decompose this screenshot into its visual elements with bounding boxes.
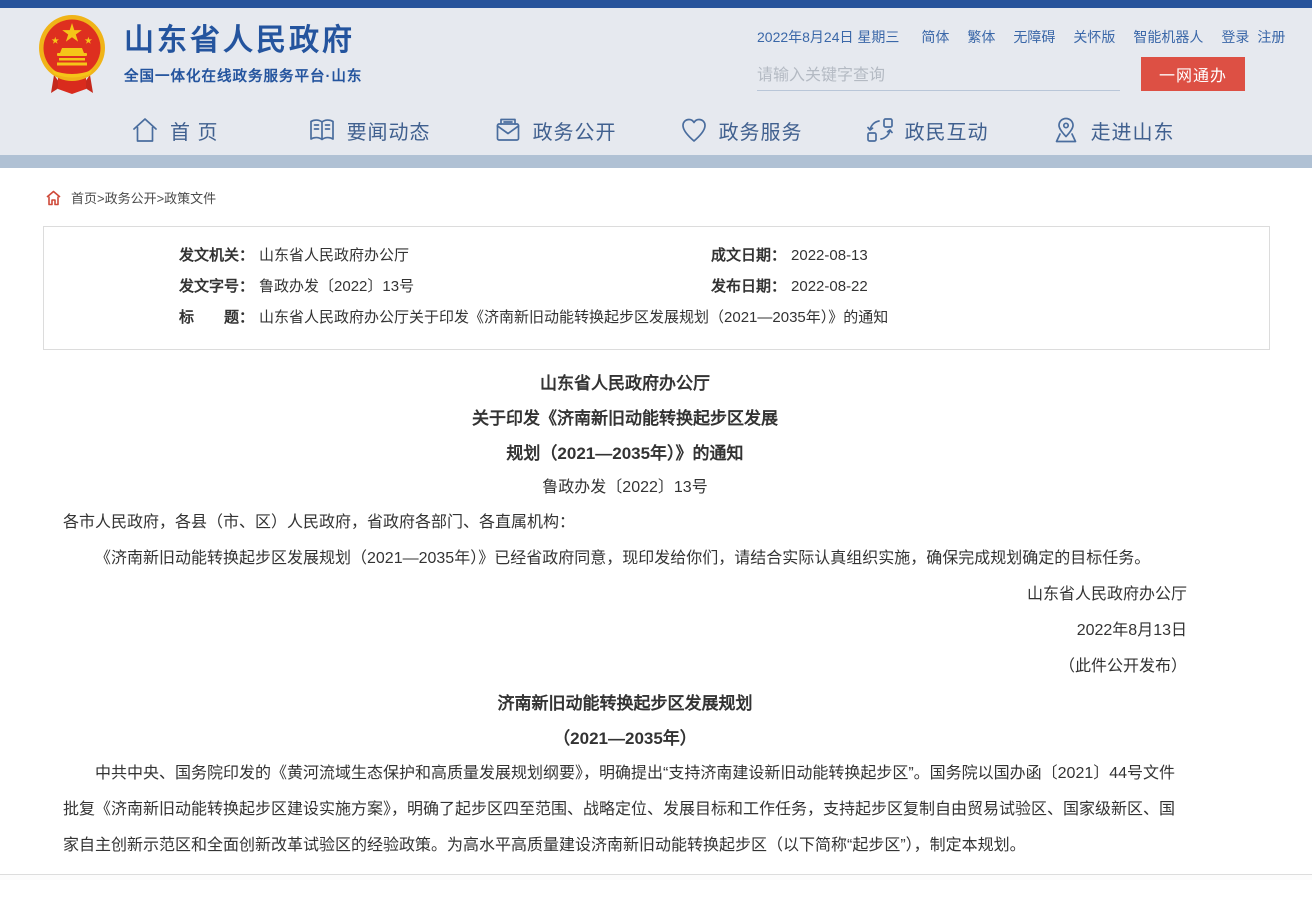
link-accessibility[interactable]: 无障碍: [1013, 27, 1055, 47]
paragraph: 中共中央、国务院印发的《黄河流域生态保护和高质量发展规划纲要》，明确提出“支持济…: [63, 756, 1187, 864]
nav-item-label: 政务服务: [719, 116, 803, 145]
home-icon: [130, 115, 160, 145]
book-icon: [307, 115, 337, 145]
envelope-icon: [493, 115, 523, 145]
site-subtitle: 全国一体化在线政务服务平台·山东: [124, 65, 362, 86]
top-accent-strip: [0, 0, 1312, 8]
plan-title-line: （2021—2035年）: [63, 721, 1187, 756]
nav-item-interaction[interactable]: 政民互动: [865, 115, 989, 145]
notice-title-line: 关于印发《济南新旧动能转换起步区发展: [63, 401, 1187, 436]
paragraph: 《济南新旧动能转换起步区发展规划（2021—2035年）》已经省政府同意，现印发…: [63, 541, 1187, 577]
doc-number-value: 鲁政办发〔2022〕13号: [259, 278, 414, 295]
heart-icon: [679, 115, 709, 145]
doc-number-label: 发文字号：: [179, 278, 254, 295]
document-meta-card: 发文机关： 山东省人民政府办公厅 成文日期： 2022-08-13 发文字号： 鲁政办…: [43, 226, 1270, 350]
publish-date-label: 发布日期：: [711, 278, 786, 295]
doc-title-value: 山东省人民政府办公厅关于印发《济南新旧动能转换起步区发展规划（2021—2035…: [259, 309, 888, 326]
issuing-org-value: 山东省人民政府办公厅: [259, 247, 409, 264]
nav-item-label: 首 页: [170, 116, 219, 145]
written-date-label: 成文日期：: [711, 247, 786, 264]
signature-date: 2022年8月13日: [63, 613, 1187, 649]
national-emblem-logo: [38, 13, 106, 95]
article-body: 山东省人民政府办公厅 关于印发《济南新旧动能转换起步区发展 规划（2021—20…: [0, 350, 1312, 864]
main-navigation: 首 页 要闻动态 政务公开 政务服务 政民互动: [0, 105, 1312, 155]
site-header: 山东省人民政府 全国一体化在线政务服务平台·山东 2022年8月24日 星期三 …: [0, 8, 1312, 105]
nav-item-gov-info[interactable]: 政务公开: [493, 115, 617, 145]
plan-title-line: 济南新旧动能转换起步区发展规划: [63, 686, 1187, 721]
home-breadcrumb-icon: [45, 190, 62, 206]
nav-item-label: 要闻动态: [347, 116, 431, 145]
breadcrumb: 首页>政务公开>政策文件: [0, 168, 1312, 222]
salutation: 各市人民政府，各县（市、区）人民政府，省政府各部门、各直属机构：: [63, 505, 1187, 541]
nav-item-discover-shandong[interactable]: 走进山东: [1051, 115, 1175, 145]
search-input[interactable]: [757, 61, 1120, 91]
page-bottom-divider: [0, 874, 1312, 880]
link-login[interactable]: 登录: [1221, 27, 1249, 47]
site-brand[interactable]: 山东省人民政府 全国一体化在线政务服务平台·山东: [38, 13, 362, 95]
interaction-icon: [865, 115, 895, 145]
site-title: 山东省人民政府: [124, 23, 362, 59]
current-date: 2022年8月24日 星期三: [757, 27, 899, 47]
link-register[interactable]: 注册: [1257, 27, 1285, 47]
signature-org: 山东省人民政府办公厅: [63, 577, 1187, 613]
nav-item-gov-services[interactable]: 政务服务: [679, 115, 803, 145]
doc-title-label: 标 题：: [179, 309, 254, 326]
nav-item-label: 政务公开: [533, 116, 617, 145]
notice-doc-number: 鲁政办发〔2022〕13号: [63, 471, 1187, 505]
link-care-version[interactable]: 关怀版: [1073, 27, 1115, 47]
publish-date-value: 2022-08-22: [791, 278, 868, 295]
map-pin-icon: [1051, 115, 1081, 145]
publish-note: （此件公开发布）: [63, 649, 1187, 685]
nav-bottom-strip: [0, 155, 1312, 168]
notice-title-line: 山东省人民政府办公厅: [63, 366, 1187, 401]
link-simplified-chinese[interactable]: 简体: [921, 27, 949, 47]
nav-item-label: 政民互动: [905, 116, 989, 145]
nav-item-news[interactable]: 要闻动态: [307, 115, 431, 145]
nav-item-home[interactable]: 首 页: [130, 115, 219, 145]
link-smart-robot[interactable]: 智能机器人: [1133, 27, 1203, 47]
link-traditional-chinese[interactable]: 繁体: [967, 27, 995, 47]
one-stop-portal-button[interactable]: 一网通办: [1141, 57, 1245, 91]
breadcrumb-path[interactable]: 首页>政务公开>政策文件: [71, 188, 216, 207]
nav-item-label: 走进山东: [1091, 116, 1175, 145]
issuing-org-label: 发文机关：: [179, 247, 254, 264]
notice-title-line: 规划（2021—2035年）》的通知: [63, 436, 1187, 471]
top-utility-links: 2022年8月24日 星期三 简体 繁体 无障碍 关怀版 智能机器人 登录 注册: [757, 27, 1245, 47]
written-date-value: 2022-08-13: [791, 247, 868, 264]
